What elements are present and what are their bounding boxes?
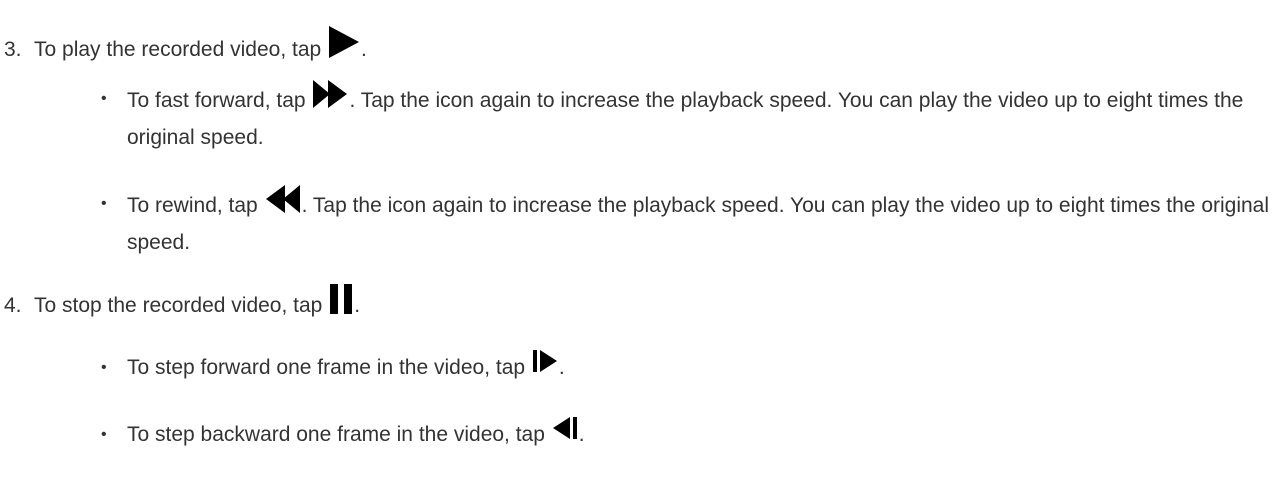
bullet-text: To step backward one frame in the video,… <box>127 416 1276 453</box>
pause-icon <box>330 284 353 314</box>
bullet-text: To rewind, tap . Tap the icon again to i… <box>127 185 1276 261</box>
step-3: 3. To play the recorded video, tap . <box>4 26 367 62</box>
bullet-step-forward: • To step forward one frame in the video… <box>101 349 1276 386</box>
step-forward-icon <box>532 350 557 372</box>
bullet-dot: • <box>101 359 107 376</box>
step-number: 3. <box>4 38 22 61</box>
play-icon <box>329 26 360 58</box>
bullet-step-backward: • To step backward one frame in the vide… <box>101 416 1276 453</box>
step-4: 4. To stop the recorded video, tap . <box>4 284 360 318</box>
bullet-dot: • <box>101 426 107 443</box>
bullet-fast-forward: • To fast forward, tap . Tap the icon ag… <box>101 80 1276 156</box>
bullet-dot: • <box>101 90 107 107</box>
bullet-text-start: To rewind, tap <box>127 194 258 217</box>
bullet-text-end: . <box>578 423 585 446</box>
step-text-end: . <box>361 38 367 61</box>
step-text: To stop the recorded video, tap <box>34 294 323 317</box>
bullet-dot: • <box>101 195 107 212</box>
bullet-text-start: To step backward one frame in the video,… <box>127 423 545 446</box>
fast-forward-icon <box>313 80 348 108</box>
step-backward-icon <box>552 417 577 439</box>
bullet-text-end: . <box>558 356 565 379</box>
bullet-text-start: To fast forward, tap <box>127 89 306 112</box>
bullet-text-start: To step forward one frame in the video, … <box>127 356 526 379</box>
rewind-icon <box>265 185 300 213</box>
step-text-end: . <box>354 294 361 317</box>
bullet-text: To step forward one frame in the video, … <box>127 349 1276 386</box>
step-text: To play the recorded video, tap <box>34 38 322 61</box>
step-number: 4. <box>4 294 22 317</box>
bullet-rewind: • To rewind, tap . Tap the icon again to… <box>101 185 1276 261</box>
bullet-text: To fast forward, tap . Tap the icon agai… <box>127 80 1276 156</box>
